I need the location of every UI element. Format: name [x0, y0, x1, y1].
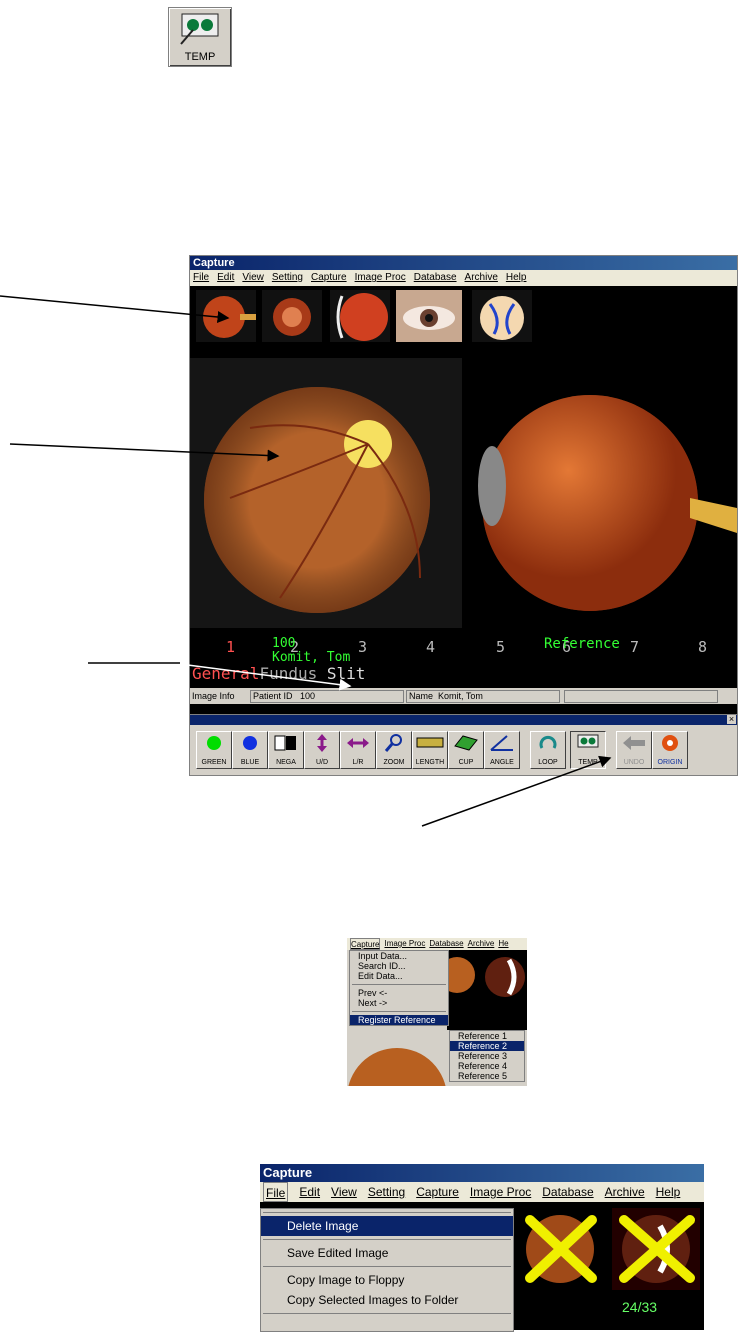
submenu-reference-5[interactable]: Reference 5 [450, 1071, 524, 1081]
file-window-menu-help[interactable]: Help [656, 1182, 681, 1202]
menu-separator [352, 1011, 446, 1012]
file-window-menu-view[interactable]: View [331, 1182, 357, 1202]
menu-separator [263, 1313, 511, 1314]
file-window-menu-file[interactable]: File [263, 1182, 289, 1202]
file-menu-bar: File Edit View Setting Capture Image Proc Data… [260, 1182, 704, 1202]
file-menu-screenshot: Capture File Edit View Setting Capture Image … [260, 1164, 704, 1332]
capture-menu-thumbs [447, 950, 527, 1030]
file-window-menu-capture[interactable]: Capture [416, 1182, 459, 1202]
file-item-delete-image[interactable]: Delete Image [261, 1216, 513, 1236]
file-dropdown: Delete Image Save Edited Image Copy Image … [260, 1208, 514, 1332]
capture-item-4[interactable]: Next -> [350, 998, 448, 1008]
menu-separator [352, 984, 446, 985]
arrow-thumbnails [0, 295, 230, 323]
arrow-image [9, 443, 280, 462]
capture-item-1[interactable]: Search ID... [350, 961, 448, 971]
submenu-reference-2[interactable]: Reference 2 [450, 1041, 524, 1051]
arrow-temp-button [421, 755, 612, 827]
file-item-copy-selected-images-to-folder[interactable]: Copy Selected Images to Folder [261, 1290, 513, 1310]
capture-item-3[interactable]: Prev <- [350, 988, 448, 998]
submenu-reference-3[interactable]: Reference 3 [450, 1051, 524, 1061]
capture-item-0[interactable]: Input Data... [350, 951, 448, 961]
arrow-mode [179, 663, 352, 691]
capture-dropdown: Input Data... Search ID... Edit Data... Pre… [349, 950, 449, 1026]
submenu-reference-1[interactable]: Reference 1 [450, 1031, 524, 1041]
capture-menu-image-proc[interactable]: Image Proc [384, 938, 425, 950]
capture-menu-he[interactable]: He [498, 938, 508, 950]
menu-separator [263, 1239, 511, 1240]
capture-item-5[interactable]: Register Reference [350, 1015, 448, 1025]
file-window-menu-archive[interactable]: Archive [605, 1182, 645, 1202]
capture-menu-capture[interactable]: Capture [350, 938, 381, 950]
capture-menu-fundus-partial [348, 1048, 446, 1086]
submenu-reference-4[interactable]: Reference 4 [450, 1061, 524, 1071]
capture-menu-screenshot: Capture Image Proc Database Archive He Input… [347, 938, 527, 1086]
capture-menu-bar: Capture Image Proc Database Archive He [347, 938, 527, 950]
file-item-save-edited-image[interactable]: Save Edited Image [261, 1243, 513, 1263]
menu-separator [263, 1212, 511, 1213]
file-window-menu-setting[interactable]: Setting [368, 1182, 405, 1202]
file-window-title: Capture [260, 1164, 704, 1182]
annotation-arrows [0, 295, 612, 827]
file-item-copy-image-to-floppy[interactable]: Copy Image to Floppy [261, 1270, 513, 1290]
menu-separator [263, 1266, 511, 1267]
file-window-menu-image-proc[interactable]: Image Proc [470, 1182, 531, 1202]
image-counter: 24/33 [622, 1299, 658, 1315]
capture-menu-database[interactable]: Database [429, 938, 463, 950]
file-window-menu-edit[interactable]: Edit [299, 1182, 320, 1202]
deleted-thumbnails [525, 1208, 700, 1290]
capture-menu-archive[interactable]: Archive [468, 938, 495, 950]
file-window-menu-database[interactable]: Database [542, 1182, 593, 1202]
capture-item-2[interactable]: Edit Data... [350, 971, 448, 981]
reference-submenu: Reference 1 Reference 2 Reference 3 Referen… [449, 1030, 525, 1082]
